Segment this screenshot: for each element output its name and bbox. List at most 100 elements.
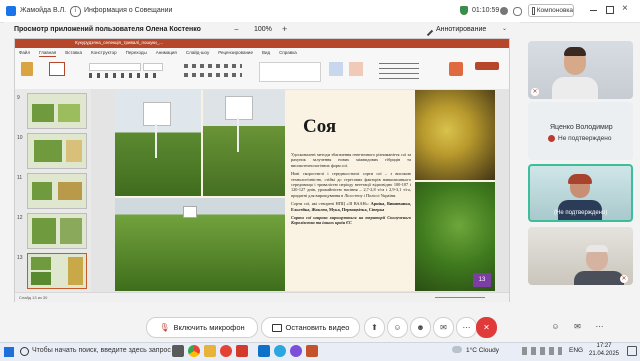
annotate-button[interactable]: Аннотирование bbox=[436, 26, 486, 33]
viber-icon[interactable] bbox=[290, 345, 302, 357]
zoom-in-button[interactable]: + bbox=[282, 24, 287, 34]
person-body bbox=[574, 271, 624, 285]
share-screen-button[interactable]: ⬆ bbox=[364, 317, 385, 338]
sign-post bbox=[237, 118, 239, 152]
media-icon[interactable] bbox=[236, 345, 248, 357]
webex-icon[interactable] bbox=[258, 345, 270, 357]
ribbon-tab[interactable]: Анимация bbox=[156, 50, 177, 57]
ribbon-tab[interactable]: Справка bbox=[279, 50, 297, 57]
editing-group[interactable] bbox=[379, 63, 419, 79]
mic-muted-icon: ✕ bbox=[531, 88, 539, 96]
slide-thumbnail[interactable] bbox=[27, 213, 87, 249]
video-button-label: Остановить видео bbox=[285, 323, 350, 332]
chat-button[interactable]: ✉ bbox=[433, 317, 454, 338]
layout-button[interactable]: Компоновка bbox=[528, 4, 574, 17]
slide-13[interactable]: Соя Удосконалені методи збагачення генет… bbox=[115, 90, 495, 291]
taskbar-clock[interactable]: 17:27 21.04.2025 bbox=[586, 343, 622, 358]
participant-video-1[interactable]: ✕ bbox=[528, 41, 633, 99]
taskbar-search-input[interactable]: Чтобы начать поиск, введите здесь запрос bbox=[32, 347, 171, 354]
zoom-out-button[interactable]: − bbox=[234, 25, 239, 34]
mic-muted-icon: ✕ bbox=[620, 275, 628, 283]
tray-icons[interactable] bbox=[522, 347, 562, 355]
close-icon[interactable]: × bbox=[622, 3, 628, 14]
person-hair bbox=[586, 245, 608, 252]
participants-panel-button[interactable]: ☺ bbox=[546, 317, 565, 336]
more-options-button[interactable]: ⋯ bbox=[456, 317, 477, 338]
app-icon bbox=[6, 6, 16, 16]
participant-video-3[interactable]: (Не подтверждено) bbox=[528, 164, 633, 222]
slide-thumbnail[interactable] bbox=[27, 133, 87, 169]
ribbon-groups bbox=[19, 60, 505, 87]
participant-status: (Не подтверждено) bbox=[554, 210, 608, 216]
ribbon-tab[interactable]: Слайд-шоу bbox=[186, 50, 209, 57]
ribbon-tab[interactable]: Конструктор bbox=[91, 50, 117, 57]
powerpoint-icon[interactable] bbox=[306, 345, 318, 357]
person-body bbox=[552, 77, 598, 99]
clock-time: 17:27 bbox=[596, 343, 612, 349]
font-controls[interactable] bbox=[89, 63, 169, 81]
arrange-icon[interactable] bbox=[329, 62, 343, 76]
slide-number: 12 bbox=[17, 215, 23, 221]
minimize-icon[interactable] bbox=[590, 10, 597, 11]
sign-post bbox=[155, 124, 157, 158]
messenger-icon[interactable] bbox=[274, 345, 286, 357]
windows-start-icon[interactable] bbox=[4, 347, 14, 357]
slide-thumbnails[interactable]: 9 10 11 12 13 bbox=[15, 89, 92, 292]
weather-icon bbox=[452, 346, 462, 353]
slide-paragraph-2: Нові скоростиглі і середньостиглі сорти … bbox=[291, 171, 411, 198]
ribbon-tab[interactable]: Вид bbox=[262, 50, 270, 57]
shapes-gallery[interactable] bbox=[259, 62, 321, 82]
slide-number: 10 bbox=[17, 135, 23, 141]
participant-tile-2[interactable]: Яценко Володимир Не подтверждено bbox=[528, 102, 633, 160]
ribbon-tab[interactable]: Переходы bbox=[126, 50, 147, 57]
ribbon-tab[interactable]: Файл bbox=[19, 50, 30, 57]
reactions-button[interactable]: ☻ bbox=[410, 317, 431, 338]
notification-icon[interactable] bbox=[627, 346, 637, 356]
field-sign bbox=[225, 96, 253, 120]
paragraph-controls[interactable] bbox=[184, 63, 244, 81]
maximize-icon[interactable] bbox=[606, 6, 614, 14]
designer-icon[interactable] bbox=[449, 62, 463, 76]
meeting-timer: 01:10:59 bbox=[472, 7, 500, 14]
search-icon[interactable] bbox=[20, 347, 29, 356]
mic-button-label: Включить микрофон bbox=[173, 323, 245, 332]
chrome-icon[interactable] bbox=[188, 345, 200, 357]
mic-button[interactable]: 🎙 Включить микрофон bbox=[146, 317, 258, 338]
mic-muted-icon: 🎙 bbox=[159, 323, 170, 332]
slide-thumbnail[interactable] bbox=[27, 93, 87, 129]
slide-number: 9 bbox=[17, 95, 20, 101]
share-header: Просмотр приложений пользователя Олена К… bbox=[4, 22, 520, 38]
meeting-info-link[interactable]: Информация о Совещании bbox=[84, 7, 172, 14]
field-sign bbox=[183, 206, 197, 218]
new-slide-icon[interactable] bbox=[49, 62, 65, 76]
zoom-slider[interactable] bbox=[435, 297, 485, 298]
task-view-icon[interactable] bbox=[172, 345, 184, 357]
share-icon[interactable] bbox=[475, 62, 499, 70]
video-button[interactable]: Остановить видео bbox=[261, 317, 360, 338]
chat-panel-button[interactable]: ✉ bbox=[568, 317, 587, 336]
people-icon[interactable] bbox=[500, 7, 508, 15]
chevron-down-icon[interactable]: ⌄ bbox=[502, 25, 507, 32]
participant-video-4[interactable]: ✕ bbox=[528, 227, 633, 285]
info-icon[interactable]: i bbox=[70, 6, 81, 17]
presenter-name: Жамойда В.Л. bbox=[20, 7, 67, 14]
yandex-icon[interactable] bbox=[220, 345, 232, 357]
slide-thumbnail-selected[interactable] bbox=[27, 253, 87, 289]
zoom-level[interactable]: 100% bbox=[254, 26, 272, 33]
grid-icon bbox=[532, 6, 535, 15]
more-panel-button[interactable]: ⋯ bbox=[590, 317, 609, 336]
end-call-button[interactable]: ✕ bbox=[476, 317, 497, 338]
ppt-title-bar: Кукурудзяна_селекція_тривалі_пошуки_... bbox=[15, 39, 509, 48]
explorer-icon[interactable] bbox=[204, 345, 216, 357]
slide-editor[interactable]: Соя Удосконалені методи збагачення генет… bbox=[91, 89, 509, 292]
language-indicator[interactable]: ENG bbox=[569, 347, 583, 354]
paste-icon[interactable] bbox=[21, 62, 33, 76]
ribbon-tab[interactable]: Рецензирование bbox=[218, 50, 253, 57]
ribbon-tab[interactable]: Главная bbox=[39, 50, 57, 57]
participants-button[interactable]: ☺ bbox=[387, 317, 408, 338]
refresh-icon[interactable] bbox=[513, 7, 522, 16]
quick-styles-icon[interactable] bbox=[349, 62, 363, 76]
shared-screen: Кукурудзяна_селекція_тривалі_пошуки_... … bbox=[14, 38, 510, 302]
ribbon-tab[interactable]: Вставка bbox=[65, 50, 82, 57]
slide-thumbnail[interactable] bbox=[27, 173, 87, 209]
